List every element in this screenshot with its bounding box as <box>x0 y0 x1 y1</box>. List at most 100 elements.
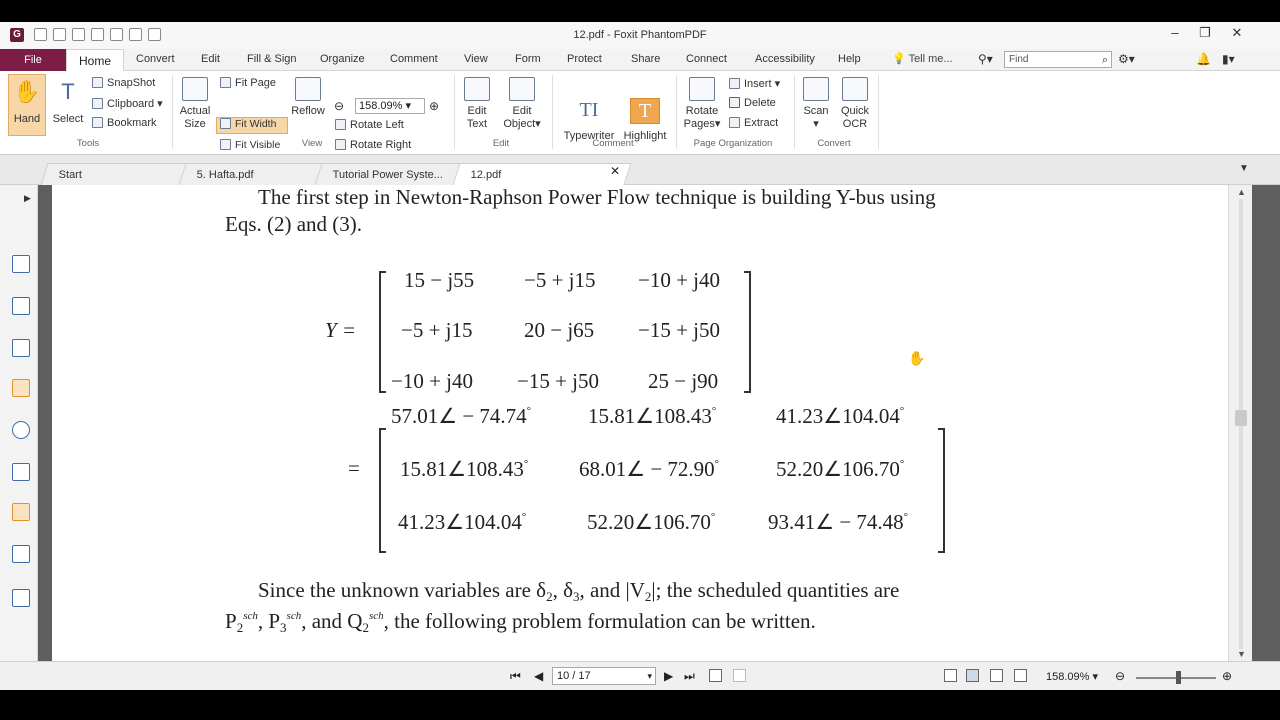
attachments-panel-icon[interactable] <box>12 421 30 439</box>
rotate-right-label: Rotate Right <box>350 139 412 151</box>
close-button[interactable]: ✕ <box>1220 25 1254 41</box>
scroll-down-icon[interactable]: ▼ <box>1237 649 1246 659</box>
single-page-icon[interactable] <box>944 669 957 682</box>
tab-connect[interactable]: Connect <box>686 53 727 65</box>
hand-button[interactable]: ✋ Hand <box>10 79 44 126</box>
file-menu[interactable]: File <box>0 49 66 71</box>
settings-gear-icon[interactable]: ⚙▾ <box>1118 52 1135 66</box>
title-bar: G 12.pdf - Foxit PhantomPDF – ❐ ✕ <box>0 22 1280 49</box>
restore-button[interactable]: ❐ <box>1188 25 1222 41</box>
fit-visible-label: Fit Visible <box>235 139 281 151</box>
fit-visible-icon <box>220 139 231 150</box>
page-indicator: 10 / 17 <box>557 670 591 682</box>
expand-panel-icon[interactable]: ▶ <box>24 193 31 204</box>
rotate-left-icon <box>335 119 346 130</box>
degree-symbol: ° <box>903 511 909 523</box>
tags-panel-icon[interactable] <box>12 589 30 607</box>
find-options-icon[interactable]: ⚲▾ <box>978 52 993 66</box>
extract-button[interactable]: Extract <box>729 117 778 129</box>
tab-organize[interactable]: Organize <box>320 53 365 65</box>
minimize-button[interactable]: – <box>1158 25 1192 40</box>
tab-view[interactable]: View <box>464 53 488 65</box>
text-run: , P <box>257 609 281 633</box>
actual-size-button[interactable]: Actual Size <box>176 77 214 131</box>
tab-accessibility[interactable]: Accessibility <box>755 53 815 65</box>
tab-share[interactable]: Share <box>631 53 660 65</box>
account-icon[interactable]: ▮▾ <box>1222 52 1235 66</box>
facing-page-icon[interactable] <box>990 669 1003 682</box>
edit-text-button[interactable]: Edit Text <box>460 77 494 131</box>
find-input[interactable]: Find ⌕ <box>1004 51 1112 68</box>
tab-comment[interactable]: Comment <box>390 53 438 65</box>
text-run: Since the unknown variables are δ <box>258 578 547 602</box>
edit-object-button[interactable]: Edit Object▾ <box>500 77 544 131</box>
scan-button[interactable]: Scan ▾ <box>800 77 832 131</box>
last-page-icon[interactable]: ⏭ <box>684 669 695 684</box>
tab-convert[interactable]: Convert <box>136 53 175 65</box>
zoom-select[interactable]: 158.09% ▾ <box>355 98 425 114</box>
insert-button[interactable]: Insert ▾ <box>729 77 780 90</box>
tab-protect[interactable]: Protect <box>567 53 602 65</box>
pdf-page[interactable]: The first step in Newton-Raphson Power F… <box>52 185 1228 661</box>
content-panel-icon[interactable] <box>12 545 30 563</box>
previous-page-icon[interactable]: ◀ <box>534 669 543 683</box>
select-button[interactable]: T Select <box>50 79 86 126</box>
polar-left-bracket <box>379 428 386 553</box>
rotate-left-button[interactable]: Rotate Left <box>335 119 404 131</box>
fit-visible-button[interactable]: Fit Visible <box>220 139 280 151</box>
zoom-out-icon[interactable]: ⊖ <box>334 99 344 113</box>
panel-divider[interactable] <box>38 185 52 661</box>
continuous-facing-icon[interactable] <box>1014 669 1027 682</box>
pages-panel-icon[interactable] <box>12 297 30 315</box>
tab-edit[interactable]: Edit <box>201 53 220 65</box>
next-page-icon[interactable]: ▶ <box>664 669 673 683</box>
doc-tab-12-pdf[interactable]: 12.pdf <box>452 163 632 185</box>
zoom-level[interactable]: 158.09% ▾ <box>1046 670 1098 683</box>
fit-page-button[interactable]: Fit Page <box>220 77 276 89</box>
delete-button[interactable]: Delete <box>729 97 776 109</box>
scroll-up-icon[interactable]: ▲ <box>1237 187 1246 197</box>
page-number-input[interactable]: 10 / 17 ▾ <box>552 667 656 685</box>
continuous-page-icon[interactable] <box>966 669 979 682</box>
notification-bell-icon[interactable]: 🔔 <box>1196 52 1211 66</box>
bookmark-button[interactable]: Bookmark <box>92 117 157 129</box>
tell-me-box[interactable]: 💡 Tell me... <box>892 52 953 65</box>
tab-fill-sign[interactable]: Fill & Sign <box>247 53 297 65</box>
previous-view-icon[interactable] <box>709 669 722 682</box>
quick-ocr-button[interactable]: Quick OCR <box>838 77 872 131</box>
snapshot-button[interactable]: SnapShot <box>92 77 155 89</box>
tab-list-dropdown-icon[interactable]: ▼ <box>1239 163 1249 174</box>
doc-tab-start[interactable]: Start <box>40 163 188 185</box>
rotate-right-button[interactable]: Rotate Right <box>335 139 411 151</box>
zoom-in-icon[interactable]: ⊕ <box>429 99 439 113</box>
tab-home[interactable]: Home <box>66 49 124 72</box>
doc-tab-5-hafta[interactable]: 5. Hafta.pdf <box>178 163 324 185</box>
security-lock-icon[interactable] <box>12 503 30 521</box>
fit-width-button[interactable]: Fit Width <box>220 118 276 130</box>
tab-help[interactable]: Help <box>838 53 861 65</box>
clipboard-button[interactable]: Clipboard ▾ <box>92 97 163 110</box>
tell-me-label: Tell me... <box>908 53 953 65</box>
zoom-slider-thumb[interactable] <box>1176 671 1181 684</box>
layers-panel-icon[interactable] <box>12 339 30 357</box>
next-view-icon[interactable] <box>733 669 746 682</box>
zoom-in-status-icon[interactable]: ⊕ <box>1222 669 1232 683</box>
scroll-thumb[interactable] <box>1235 410 1247 426</box>
doc-tab-tutorial[interactable]: Tutorial Power Syste... <box>314 163 462 185</box>
zoom-out-status-icon[interactable]: ⊖ <box>1115 669 1125 683</box>
actual-size-icon <box>182 77 208 101</box>
first-page-icon[interactable]: ⏮ <box>510 669 521 684</box>
polar-value: 52.20∠106.70 <box>776 457 900 481</box>
close-tab-icon[interactable]: ✕ <box>610 164 620 178</box>
tab-form[interactable]: Form <box>515 53 541 65</box>
hand-icon: ✋ <box>13 79 41 104</box>
page-dropdown-icon[interactable]: ▾ <box>647 668 652 684</box>
rotate-pages-button[interactable]: Rotate Pages▾ <box>682 77 722 131</box>
comments-panel-icon[interactable] <box>12 379 30 397</box>
bookmarks-panel-icon[interactable] <box>12 255 30 273</box>
vertical-scrollbar[interactable]: ▲ ▼ <box>1228 185 1252 661</box>
reflow-button[interactable]: Reflow <box>290 77 326 118</box>
subscript: 3 <box>280 620 287 635</box>
search-icon[interactable]: ⌕ <box>1102 53 1108 68</box>
signature-panel-icon[interactable] <box>12 463 30 481</box>
